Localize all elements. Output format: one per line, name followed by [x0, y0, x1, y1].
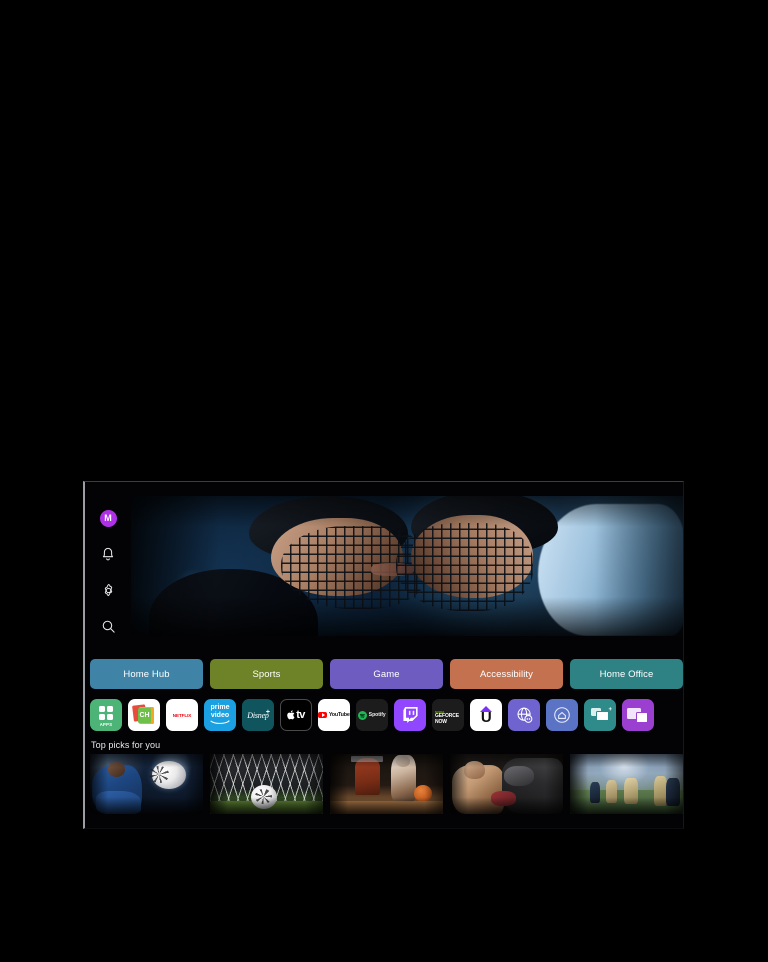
prime-video-icon: primevideo prime video	[204, 699, 236, 731]
navigation-chip-row: Home Hub Sports Game Accessibility Home …	[90, 659, 683, 689]
left-sidebar: M Notifications Settings	[85, 482, 131, 828]
app-tile-u-app[interactable]: U	[470, 699, 502, 731]
disney-plus-icon: Disnep + Disney+	[247, 709, 270, 720]
app-tile-youtube[interactable]: YouTube	[318, 699, 350, 731]
profile-initial: M	[104, 513, 112, 523]
pick-vignette	[330, 754, 443, 814]
nav-chip-label: Game	[373, 668, 400, 680]
pick-card-boxing[interactable]: Boxer training with punching pads in gym	[450, 754, 563, 814]
pick-card-american-football[interactable]: American football players running on mis…	[570, 754, 683, 814]
app-tile-spotify[interactable]: Spotify	[356, 699, 388, 731]
app-tile-smartthings[interactable]: SmartThings	[546, 699, 578, 731]
app-tile-gaming-hub[interactable]: Gaming Hub	[508, 699, 540, 731]
twitch-icon: Twitch	[394, 699, 426, 731]
nav-chip-label: Home Office	[599, 668, 654, 680]
geforce-now-icon: NVIDIA GEFORCE NOW	[432, 699, 464, 731]
app-tile-label: Spotify	[368, 712, 386, 718]
app-tile-disney-plus[interactable]: Disnep + Disney+	[242, 699, 274, 731]
nav-chip-home-office[interactable]: Home Office	[570, 659, 683, 689]
pick-card-soccer-goal[interactable]: Soccer ball in the back of the goal net	[210, 754, 323, 814]
pick-vignette	[210, 754, 323, 814]
app-shortcut-row: APPS CH NETFLIX prime video Disnep + tv …	[90, 699, 654, 731]
app-tile-label: CH	[139, 712, 150, 719]
sidebar-item-search[interactable]: Search	[97, 615, 119, 637]
screen-share-icon: Workspace	[622, 699, 654, 731]
app-tile-netflix[interactable]: NETFLIX	[166, 699, 198, 731]
nav-chip-label: Accessibility	[479, 668, 534, 680]
screenshot-canvas: M Notifications Settings	[0, 0, 768, 962]
pick-card-basketball[interactable]: Basketball player dribbling on indoor co…	[330, 754, 443, 814]
top-picks-row: Soccer player kicking ball under stadium…	[90, 754, 683, 814]
pick-vignette	[570, 754, 683, 814]
nav-chip-label: Sports	[252, 668, 281, 680]
globe-game-icon: Gaming Hub	[508, 699, 540, 731]
sidebar-item-profile[interactable]: M	[97, 507, 119, 529]
hero-artwork	[131, 496, 683, 636]
profile-avatar-icon: M	[99, 509, 117, 527]
app-tile-label: NETFLIX	[172, 712, 192, 718]
app-tile-prime-video[interactable]: primevideo prime video	[204, 699, 236, 731]
sidebar-item-settings[interactable]: Settings	[97, 579, 119, 601]
sidebar-item-notifications[interactable]: Notifications	[97, 543, 119, 565]
multi-window-icon: + Multi View	[584, 699, 616, 731]
app-tile-label: U	[480, 709, 492, 726]
app-tile-channels[interactable]: CH	[128, 699, 160, 731]
app-tile-twitch[interactable]: Twitch	[394, 699, 426, 731]
tv-device-frame: M Notifications Settings	[83, 481, 684, 829]
spotify-icon: Spotify	[356, 699, 388, 731]
nav-chip-accessibility[interactable]: Accessibility	[450, 659, 563, 689]
app-tile-multi-view[interactable]: + Multi View	[584, 699, 616, 731]
nav-chip-game[interactable]: Game	[330, 659, 443, 689]
nav-chip-sports[interactable]: Sports	[210, 659, 323, 689]
app-tile-geforce-now[interactable]: NVIDIA GEFORCE NOW	[432, 699, 464, 731]
tv-screen: M Notifications Settings	[85, 482, 683, 828]
app-tile-apple-tv[interactable]: tv	[280, 699, 312, 731]
app-tile-label: YouTube	[328, 712, 350, 718]
apple-tv-icon: tv	[281, 700, 311, 730]
app-tile-workspace[interactable]: Workspace	[622, 699, 654, 731]
u-letter-icon: U	[470, 699, 502, 731]
netflix-icon: NETFLIX	[166, 699, 198, 731]
hero-banner[interactable]: Hockey Players Face Off	[131, 496, 683, 636]
hero-vignette	[131, 496, 683, 636]
youtube-icon: YouTube	[318, 699, 350, 731]
pick-vignette	[450, 754, 563, 814]
channel-guide-icon: CH	[128, 699, 160, 731]
home-circle-icon: SmartThings	[546, 699, 578, 731]
app-tile-label: tv	[296, 709, 305, 721]
app-tile-label: GEFORCE NOW	[435, 713, 460, 725]
